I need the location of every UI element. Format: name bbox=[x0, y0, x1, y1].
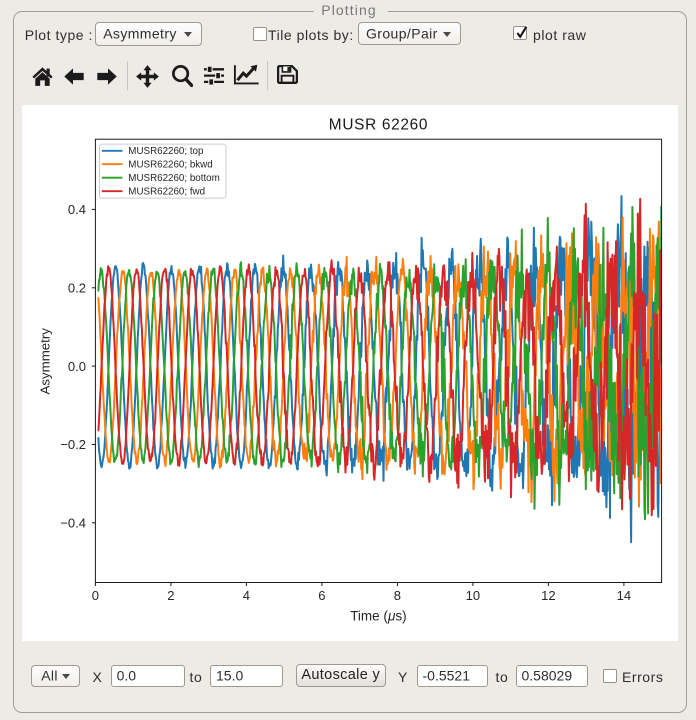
svg-text:−0.2: −0.2 bbox=[60, 437, 86, 452]
svg-text:Time (μs): Time (μs) bbox=[350, 608, 406, 623]
svg-text:0.0: 0.0 bbox=[68, 358, 86, 373]
svg-text:0.2: 0.2 bbox=[68, 280, 86, 295]
svg-text:2: 2 bbox=[167, 588, 174, 603]
svg-text:0.4: 0.4 bbox=[68, 202, 86, 217]
svg-text:−0.4: −0.4 bbox=[60, 515, 86, 530]
svg-text:6: 6 bbox=[318, 588, 325, 603]
svg-text:Asymmetry: Asymmetry bbox=[38, 327, 53, 394]
svg-text:MUSR62260; bottom: MUSR62260; bottom bbox=[128, 173, 219, 184]
svg-text:14: 14 bbox=[617, 588, 631, 603]
svg-text:10: 10 bbox=[466, 588, 480, 603]
svg-text:4: 4 bbox=[243, 588, 250, 603]
svg-text:12: 12 bbox=[541, 588, 555, 603]
svg-text:MUSR62260; bkwd: MUSR62260; bkwd bbox=[128, 159, 212, 170]
svg-text:MUSR62260; fwd: MUSR62260; fwd bbox=[128, 186, 205, 197]
svg-text:8: 8 bbox=[394, 588, 401, 603]
svg-text:MUSR62260; top: MUSR62260; top bbox=[128, 146, 204, 157]
svg-text:0: 0 bbox=[92, 588, 99, 603]
svg-text:MUSR 62260: MUSR 62260 bbox=[329, 116, 428, 133]
